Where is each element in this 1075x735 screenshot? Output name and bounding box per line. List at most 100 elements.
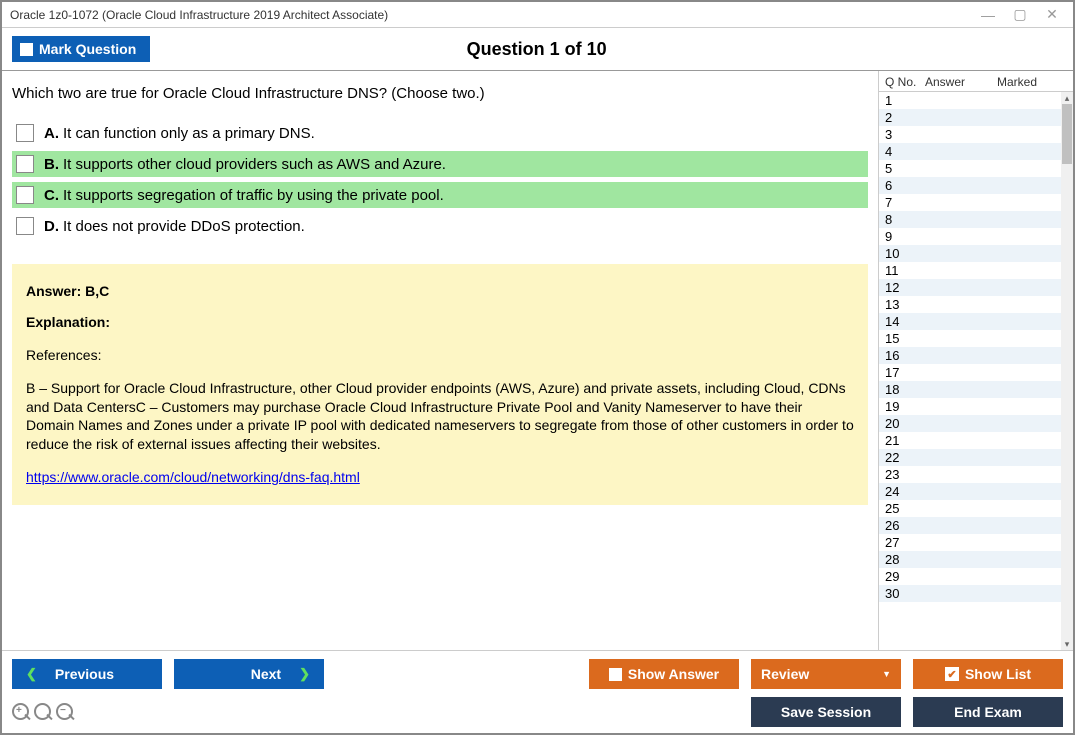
zoom-reset-icon[interactable] xyxy=(34,703,52,721)
question-row[interactable]: 16 xyxy=(879,347,1073,364)
question-row[interactable]: 15 xyxy=(879,330,1073,347)
question-row-number: 3 xyxy=(885,127,925,142)
question-row[interactable]: 11 xyxy=(879,262,1073,279)
question-row-number: 5 xyxy=(885,161,925,176)
chevron-left-icon: ❮ xyxy=(26,666,37,682)
window-title-bar: Oracle 1z0-1072 (Oracle Cloud Infrastruc… xyxy=(2,2,1073,28)
question-row-number: 4 xyxy=(885,144,925,159)
references-label: References: xyxy=(26,346,854,365)
question-row-number: 24 xyxy=(885,484,925,499)
question-row[interactable]: 3 xyxy=(879,126,1073,143)
question-row-number: 30 xyxy=(885,586,925,601)
explanation-label: Explanation: xyxy=(26,313,854,332)
question-row[interactable]: 10 xyxy=(879,245,1073,262)
window-maximize-icon[interactable]: ▢ xyxy=(1013,8,1027,22)
question-row-number: 7 xyxy=(885,195,925,210)
zoom-out-icon[interactable]: − xyxy=(56,703,74,721)
question-row[interactable]: 5 xyxy=(879,160,1073,177)
option-a-checkbox[interactable] xyxy=(16,124,34,142)
show-answer-checkbox-icon xyxy=(609,668,622,681)
question-heading: Question 1 of 10 xyxy=(10,39,1063,60)
question-row[interactable]: 26 xyxy=(879,517,1073,534)
window-minimize-icon[interactable]: — xyxy=(981,8,995,22)
question-row[interactable]: 25 xyxy=(879,500,1073,517)
question-row-number: 28 xyxy=(885,552,925,567)
question-row-number: 8 xyxy=(885,212,925,227)
show-answer-button[interactable]: Show Answer xyxy=(589,659,739,689)
option-a[interactable]: A. It can function only as a primary DNS… xyxy=(12,120,868,146)
question-row[interactable]: 24 xyxy=(879,483,1073,500)
question-row[interactable]: 6 xyxy=(879,177,1073,194)
question-row-number: 9 xyxy=(885,229,925,244)
previous-button[interactable]: ❮ Previous xyxy=(12,659,162,689)
window-close-icon[interactable]: ✕ xyxy=(1045,8,1059,22)
next-button[interactable]: Next ❯ xyxy=(174,659,324,689)
question-row[interactable]: 28 xyxy=(879,551,1073,568)
question-row[interactable]: 1 xyxy=(879,92,1073,109)
question-row[interactable]: 20 xyxy=(879,415,1073,432)
question-row-number: 25 xyxy=(885,501,925,516)
option-c[interactable]: C. It supports segregation of traffic by… xyxy=(12,182,868,208)
question-row[interactable]: 30 xyxy=(879,585,1073,602)
question-row[interactable]: 13 xyxy=(879,296,1073,313)
option-d-checkbox[interactable] xyxy=(16,217,34,235)
question-row[interactable]: 4 xyxy=(879,143,1073,160)
save-session-button[interactable]: Save Session xyxy=(751,697,901,727)
question-row-number: 23 xyxy=(885,467,925,482)
answer-label: Answer: B,C xyxy=(26,282,854,301)
question-row[interactable]: 21 xyxy=(879,432,1073,449)
question-row[interactable]: 14 xyxy=(879,313,1073,330)
references-body: B – Support for Oracle Cloud Infrastruct… xyxy=(26,379,854,455)
question-row-number: 10 xyxy=(885,246,925,261)
scroll-thumb[interactable] xyxy=(1062,104,1072,164)
zoom-in-icon[interactable]: + xyxy=(12,703,30,721)
question-text: Which two are true for Oracle Cloud Infr… xyxy=(12,85,868,102)
question-row[interactable]: 12 xyxy=(879,279,1073,296)
header-answer: Answer xyxy=(925,75,997,89)
scroll-up-icon[interactable]: ▴ xyxy=(1061,92,1073,104)
review-button[interactable]: Review ▼ xyxy=(751,659,901,689)
question-row-number: 22 xyxy=(885,450,925,465)
question-list-scrollbar[interactable]: ▴ ▾ xyxy=(1061,92,1073,650)
window-title: Oracle 1z0-1072 (Oracle Cloud Infrastruc… xyxy=(10,8,981,22)
question-row-number: 27 xyxy=(885,535,925,550)
option-b[interactable]: B. It supports other cloud providers suc… xyxy=(12,151,868,177)
dropdown-arrow-icon: ▼ xyxy=(882,669,891,679)
question-row[interactable]: 27 xyxy=(879,534,1073,551)
question-row-number: 21 xyxy=(885,433,925,448)
question-row-number: 29 xyxy=(885,569,925,584)
question-row-number: 19 xyxy=(885,399,925,414)
question-row-number: 12 xyxy=(885,280,925,295)
question-row[interactable]: 29 xyxy=(879,568,1073,585)
question-row[interactable]: 8 xyxy=(879,211,1073,228)
options-list: A. It can function only as a primary DNS… xyxy=(12,120,868,244)
option-b-checkbox[interactable] xyxy=(16,155,34,173)
question-row[interactable]: 19 xyxy=(879,398,1073,415)
show-list-check-icon: ✔ xyxy=(945,667,959,681)
header-marked: Marked xyxy=(997,75,1067,89)
option-d[interactable]: D. It does not provide DDoS protection. xyxy=(12,213,868,239)
option-c-checkbox[interactable] xyxy=(16,186,34,204)
question-row[interactable]: 17 xyxy=(879,364,1073,381)
question-row-number: 2 xyxy=(885,110,925,125)
question-row[interactable]: 18 xyxy=(879,381,1073,398)
question-list: 1234567891011121314151617181920212223242… xyxy=(879,92,1073,650)
question-list-header: Q No. Answer Marked xyxy=(879,71,1073,92)
question-row[interactable]: 23 xyxy=(879,466,1073,483)
question-row-number: 17 xyxy=(885,365,925,380)
question-row-number: 16 xyxy=(885,348,925,363)
question-row[interactable]: 2 xyxy=(879,109,1073,126)
question-list-panel: Q No. Answer Marked 12345678910111213141… xyxy=(878,71,1073,650)
end-exam-button[interactable]: End Exam xyxy=(913,697,1063,727)
question-row[interactable]: 22 xyxy=(879,449,1073,466)
header-qno: Q No. xyxy=(885,75,925,89)
question-row-number: 26 xyxy=(885,518,925,533)
show-list-button[interactable]: ✔ Show List xyxy=(913,659,1063,689)
question-row[interactable]: 7 xyxy=(879,194,1073,211)
scroll-down-icon[interactable]: ▾ xyxy=(1061,638,1073,650)
question-row[interactable]: 9 xyxy=(879,228,1073,245)
reference-link[interactable]: https://www.oracle.com/cloud/networking/… xyxy=(26,469,360,485)
chevron-right-icon: ❯ xyxy=(299,666,310,682)
question-row-number: 6 xyxy=(885,178,925,193)
question-row-number: 11 xyxy=(885,263,925,278)
